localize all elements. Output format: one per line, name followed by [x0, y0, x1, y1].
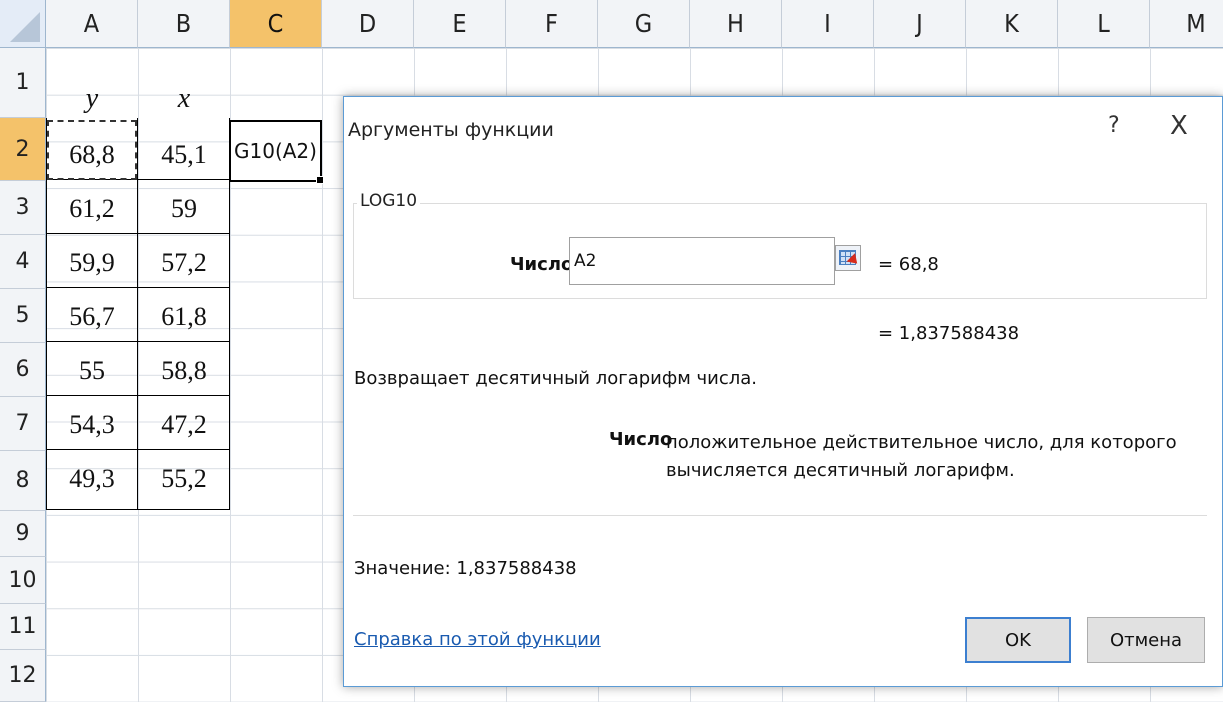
cell-B3[interactable]: 59 — [138, 186, 230, 232]
cell-A7[interactable]: 54,3 — [46, 402, 138, 448]
row-header-11[interactable]: 11 — [0, 604, 46, 650]
table-bottom-border — [46, 509, 230, 510]
row-header-8[interactable]: 8 — [0, 451, 46, 511]
cell-B2[interactable]: 45,1 — [138, 132, 230, 178]
column-header-F[interactable]: F — [506, 0, 598, 48]
separator — [353, 515, 1207, 516]
arg-label: Число — [510, 254, 574, 275]
close-icon[interactable]: X — [1170, 111, 1188, 141]
ok-button[interactable]: OK — [965, 617, 1071, 663]
row-header-1[interactable]: 1 — [0, 48, 46, 118]
row-header-5[interactable]: 5 — [0, 289, 46, 343]
function-name: LOG10 — [357, 191, 421, 211]
active-cell-C2[interactable]: G10(A2) — [229, 120, 322, 182]
cell-A3[interactable]: 61,2 — [46, 186, 138, 232]
cell-A1[interactable]: y — [46, 76, 138, 122]
row-header-12[interactable]: 12 — [0, 650, 46, 702]
value-result: Значение: 1,837588438 — [354, 558, 577, 579]
column-header-G[interactable]: G — [598, 0, 690, 48]
cell-A8[interactable]: 49,3 — [46, 456, 138, 502]
table-row-border — [46, 179, 230, 180]
column-header-M[interactable]: M — [1150, 0, 1223, 48]
select-all-corner[interactable] — [0, 0, 46, 48]
row-header-2[interactable]: 2 — [0, 118, 46, 181]
function-arguments-dialog: Аргументы функции ? X LOG10 Число = 68,8… — [343, 96, 1223, 687]
table-row-border — [46, 287, 230, 288]
cell-B8[interactable]: 55,2 — [138, 456, 230, 502]
dialog-title: Аргументы функции — [348, 119, 554, 141]
table-row-border — [46, 449, 230, 450]
arg-evaluated-value: = 68,8 — [878, 254, 939, 275]
param-description: положительное действительное число, для … — [666, 432, 1177, 481]
column-header-I[interactable]: I — [782, 0, 874, 48]
row-header-3[interactable]: 3 — [0, 181, 46, 235]
column-header-A[interactable]: A — [46, 0, 138, 48]
table-row-border — [46, 341, 230, 342]
column-header-J[interactable]: J — [874, 0, 966, 48]
collapse-dialog-icon[interactable] — [835, 245, 862, 271]
help-icon[interactable]: ? — [1108, 113, 1120, 138]
cell-B4[interactable]: 57,2 — [138, 240, 230, 286]
function-help-link[interactable]: Справка по этой функции — [354, 629, 601, 650]
cell-B5[interactable]: 61,8 — [138, 294, 230, 340]
cell-A6[interactable]: 55 — [46, 348, 138, 394]
arg-input[interactable] — [569, 237, 835, 285]
formula-result: = 1,837588438 — [878, 323, 1020, 344]
cell-A2[interactable]: 68,8 — [46, 132, 138, 178]
column-header-C[interactable]: C — [230, 0, 322, 48]
column-header-K[interactable]: K — [966, 0, 1058, 48]
column-header-L[interactable]: L — [1058, 0, 1150, 48]
cell-A5[interactable]: 56,7 — [46, 294, 138, 340]
function-description: Возвращает десятичный логарифм числа. — [354, 368, 758, 389]
cell-B7[interactable]: 47,2 — [138, 402, 230, 448]
column-header-B[interactable]: B — [138, 0, 230, 48]
cell-A4[interactable]: 59,9 — [46, 240, 138, 286]
column-header-D[interactable]: D — [322, 0, 414, 48]
row-header-9[interactable]: 9 — [0, 511, 46, 557]
cancel-button[interactable]: Отмена — [1087, 617, 1205, 663]
table-border-middle — [137, 118, 138, 510]
cell-B6[interactable]: 58,8 — [138, 348, 230, 394]
column-header-H[interactable]: H — [690, 0, 782, 48]
table-row-border — [46, 233, 230, 234]
cell-B1[interactable]: x — [138, 76, 230, 122]
row-header-6[interactable]: 6 — [0, 343, 46, 397]
column-header-E[interactable]: E — [414, 0, 506, 48]
param-name: Число — [609, 429, 673, 450]
select-all-triangle-icon — [10, 12, 40, 42]
table-border-left — [46, 118, 47, 510]
row-header-7[interactable]: 7 — [0, 397, 46, 451]
fill-handle[interactable] — [316, 176, 324, 184]
row-header-4[interactable]: 4 — [0, 235, 46, 289]
row-header-10[interactable]: 10 — [0, 557, 46, 604]
table-row-border — [46, 395, 230, 396]
